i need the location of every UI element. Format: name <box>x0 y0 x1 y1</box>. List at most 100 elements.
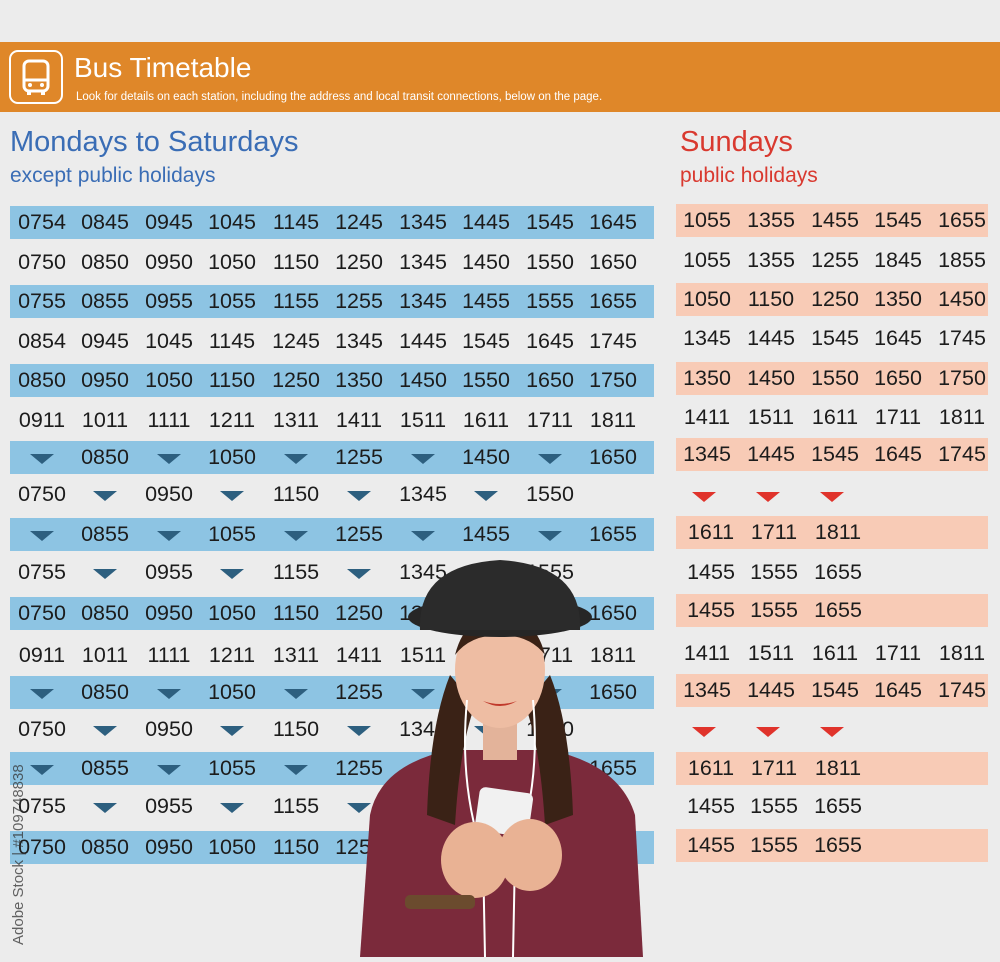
weekday-time-cell: 1645 <box>589 210 637 234</box>
weekday-time-cell: 1311 <box>272 643 320 667</box>
weekday-time-cell: 1145 <box>208 329 256 353</box>
woman-with-phone-image <box>355 555 645 958</box>
weekday-time-cell: 1655 <box>589 522 637 546</box>
weekday-time-cell: 1611 <box>462 408 510 432</box>
weekday-time-cell: 0850 <box>81 250 129 274</box>
weekday-time-cell: 0850 <box>81 835 129 859</box>
weekday-time-cell: 1111 <box>147 408 191 432</box>
down-arrow-icon <box>93 803 117 813</box>
sunday-time-cell: 1445 <box>747 326 795 350</box>
sunday-time-cell: 1350 <box>874 287 922 311</box>
sunday-time-cell: 1555 <box>750 598 798 622</box>
sunday-time-cell: 1811 <box>938 641 986 665</box>
sunday-time-cell: 1655 <box>938 208 986 232</box>
weekday-time-cell: 0955 <box>145 560 193 584</box>
weekday-time-cell: 0945 <box>81 329 129 353</box>
weekday-time-cell: 0945 <box>145 210 193 234</box>
weekday-time-cell: 1655 <box>589 289 637 313</box>
weekday-time-cell: 0950 <box>145 250 193 274</box>
weekday-time-cell: 0911 <box>18 408 66 432</box>
sunday-time-cell: 1655 <box>814 833 862 857</box>
sunday-time-cell: 1711 <box>750 520 798 544</box>
weekday-time-cell: 1055 <box>208 522 256 546</box>
weekday-subheading: except public holidays <box>10 164 216 187</box>
down-arrow-icon <box>220 803 244 813</box>
weekday-time-cell: 1550 <box>526 482 574 506</box>
sunday-time-cell: 1550 <box>811 366 859 390</box>
weekday-time-cell: 1650 <box>589 445 637 469</box>
weekday-time-cell: 0750 <box>18 601 66 625</box>
sunday-time-cell: 1545 <box>811 678 859 702</box>
weekday-time-cell: 1745 <box>589 329 637 353</box>
sunday-time-cell: 1855 <box>938 248 986 272</box>
weekday-time-cell: 0755 <box>18 289 66 313</box>
weekday-heading: Mondays to Saturdays <box>10 126 299 158</box>
weekday-time-cell: 0950 <box>145 835 193 859</box>
weekday-time-cell: 0855 <box>81 756 129 780</box>
down-arrow-icon <box>538 454 562 464</box>
sunday-time-cell: 1555 <box>750 794 798 818</box>
sunday-time-cell: 1250 <box>811 287 859 311</box>
sunday-time-cell: 1545 <box>874 208 922 232</box>
down-arrow-icon <box>93 569 117 579</box>
sunday-time-cell: 1345 <box>683 326 731 350</box>
weekday-time-cell: 1645 <box>526 329 574 353</box>
weekday-time-cell: 1345 <box>335 329 383 353</box>
weekday-time-cell: 1255 <box>335 289 383 313</box>
sunday-time-cell: 1350 <box>683 366 731 390</box>
down-arrow-icon <box>538 531 562 541</box>
sunday-time-cell: 1845 <box>874 248 922 272</box>
down-arrow-icon <box>93 491 117 501</box>
sunday-time-cell: 1611 <box>811 641 859 665</box>
sunday-time-cell: 1811 <box>938 405 986 429</box>
weekday-time-cell: 1455 <box>462 522 510 546</box>
weekday-time-cell: 0855 <box>81 289 129 313</box>
down-arrow-icon <box>284 531 308 541</box>
weekday-time-cell: 1450 <box>462 445 510 469</box>
down-arrow-icon <box>157 531 181 541</box>
weekday-time-cell: 1050 <box>208 250 256 274</box>
weekday-time-cell: 0950 <box>81 368 129 392</box>
weekday-time-cell: 1550 <box>462 368 510 392</box>
sunday-time-cell: 1811 <box>814 756 862 780</box>
sunday-time-cell: 1355 <box>747 248 795 272</box>
weekday-time-cell: 1255 <box>335 445 383 469</box>
down-arrow-icon <box>284 689 308 699</box>
watermark-text: Adobe Stock | #109748838 <box>10 764 27 945</box>
sunday-time-cell: 1455 <box>687 794 735 818</box>
weekday-time-cell: 0950 <box>145 482 193 506</box>
bus-icon-graphic <box>22 59 50 95</box>
sunday-time-cell: 1055 <box>683 208 731 232</box>
weekday-time-cell: 1455 <box>462 289 510 313</box>
sunday-time-cell: 1445 <box>747 678 795 702</box>
weekday-time-cell: 1150 <box>272 482 320 506</box>
weekday-time-cell: 1245 <box>335 210 383 234</box>
weekday-time-cell: 1045 <box>208 210 256 234</box>
sunday-time-cell: 1511 <box>747 405 795 429</box>
weekday-time-cell: 0950 <box>145 601 193 625</box>
weekday-time-cell: 0750 <box>18 482 66 506</box>
sunday-time-cell: 1411 <box>683 405 731 429</box>
sunday-time-cell: 1545 <box>811 442 859 466</box>
sunday-time-cell: 1450 <box>747 366 795 390</box>
sunday-subheading: public holidays <box>680 164 818 187</box>
weekday-time-cell: 1050 <box>208 835 256 859</box>
weekday-time-cell: 1650 <box>589 250 637 274</box>
down-arrow-icon <box>157 765 181 775</box>
down-arrow-icon <box>30 689 54 699</box>
weekday-time-cell: 1150 <box>272 717 320 741</box>
sunday-time-cell: 1455 <box>687 598 735 622</box>
down-arrow-icon <box>820 492 844 502</box>
weekday-time-cell: 1211 <box>208 643 256 667</box>
weekday-time-cell: 1155 <box>272 560 320 584</box>
weekday-time-cell: 0850 <box>81 680 129 704</box>
weekday-time-cell: 1050 <box>208 601 256 625</box>
weekday-time-cell: 1345 <box>399 289 447 313</box>
weekday-time-cell: 1055 <box>208 289 256 313</box>
down-arrow-icon <box>820 727 844 737</box>
weekday-time-cell: 1155 <box>272 289 320 313</box>
weekday-time-cell: 1345 <box>399 250 447 274</box>
down-arrow-icon <box>220 569 244 579</box>
page-subtitle: Look for details on each station, includ… <box>76 91 603 103</box>
sunday-time-cell: 1345 <box>683 442 731 466</box>
